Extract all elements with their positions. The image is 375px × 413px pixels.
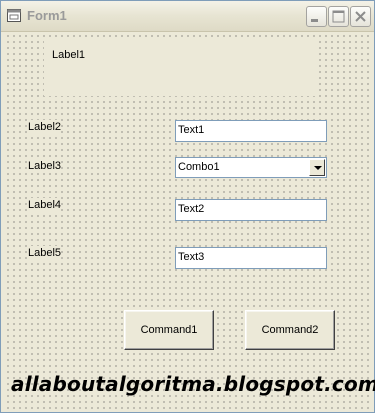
combo1-select[interactable]: Combo1 xyxy=(175,157,327,178)
maximize-icon xyxy=(332,10,345,23)
label2: Label2 xyxy=(28,120,62,134)
command2-button[interactable]: Command2 xyxy=(245,310,335,350)
label3: Label3 xyxy=(28,159,62,173)
text1-input[interactable]: Text1 xyxy=(175,120,327,142)
title-bar[interactable]: Form1 xyxy=(1,1,374,32)
minimize-icon xyxy=(311,19,318,22)
label5: Label5 xyxy=(28,246,62,260)
text3-input[interactable]: Text3 xyxy=(175,247,327,269)
watermark-text: allaboutalgoritma.blogspot.com xyxy=(11,372,375,396)
command1-button[interactable]: Command1 xyxy=(124,310,214,350)
combo1-value: Combo1 xyxy=(178,161,220,173)
maximize-button[interactable] xyxy=(328,6,349,27)
form-window: Form1 Label1 Label2 Text1 Label3 Combo1 xyxy=(0,0,375,413)
text2-input[interactable]: Text2 xyxy=(175,199,327,221)
form-icon xyxy=(7,9,21,22)
close-button[interactable] xyxy=(350,6,371,27)
window-title: Form1 xyxy=(27,8,67,23)
label1: Label1 xyxy=(52,48,86,62)
label1-container: Label1 xyxy=(44,40,316,96)
label4: Label4 xyxy=(28,198,62,212)
chevron-down-icon[interactable] xyxy=(309,159,325,176)
minimize-button[interactable] xyxy=(306,6,327,27)
close-icon xyxy=(355,11,366,22)
form-client-area: Label1 Label2 Text1 Label3 Combo1 Label4… xyxy=(4,32,371,410)
